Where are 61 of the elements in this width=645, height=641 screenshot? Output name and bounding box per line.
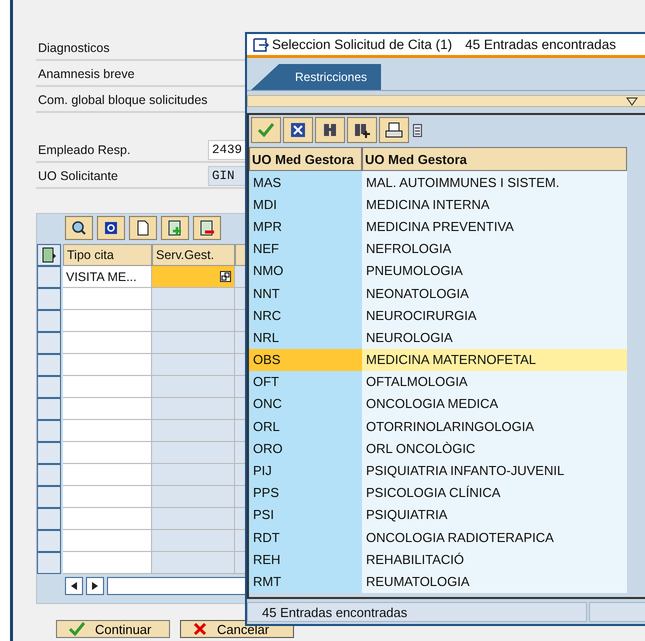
add-row-button[interactable] [161,216,189,240]
dialog-title-info: 45 Entradas encontradas [465,37,616,52]
binoculars-icon [322,122,338,138]
field-label: Diagnosticos [37,40,111,57]
row-selector[interactable] [37,486,61,508]
row-selector[interactable] [37,530,61,552]
input-field[interactable] [152,266,235,288]
row-selector[interactable] [37,332,61,354]
print-button[interactable] [379,117,409,143]
column-header[interactable]: Serv.Gest. [152,244,235,266]
select-all-icon[interactable] [37,244,61,266]
row-selector[interactable] [37,288,61,310]
triangle-icon[interactable] [626,96,638,106]
cross-icon [193,622,207,636]
row-selector[interactable] [37,266,61,288]
document-icon [135,220,151,236]
delete-row-button[interactable] [193,216,221,240]
left-triangle-icon [71,582,77,590]
close-button[interactable] [283,117,313,143]
field-label: UO Solicitante [37,168,119,185]
row-selector[interactable] [37,310,61,332]
scroll-left-button[interactable] [65,577,83,595]
find-next-button[interactable] [347,117,377,143]
row-selector[interactable] [37,552,61,574]
field-label: Com. global bloque solicitudes [37,92,208,109]
status-field [589,602,645,622]
checkmark-icon [69,622,85,636]
column-header[interactable]: UO Med Gestora [249,147,362,171]
status-bar: 45 Entradas encontradas [247,602,587,622]
field-label: Anamnesis breve [37,66,136,83]
table-cell: VISITA ME... [63,266,152,288]
field-label: Empleado Resp. [37,142,132,159]
binoculars-plus-icon [354,122,370,138]
printer-icon [385,122,403,138]
row-selector[interactable] [37,442,61,464]
refresh-icon [103,220,119,236]
dialog-title: Seleccion Solicitud de Cita (1) [272,37,452,52]
continue-button[interactable]: Continuar [56,620,170,638]
search-button[interactable] [65,216,93,240]
dialog-icon [253,38,269,52]
delete-row-icon [199,220,215,236]
row-selector[interactable] [37,398,61,420]
new-document-button[interactable] [129,216,157,240]
row-selector[interactable] [37,354,61,376]
right-triangle-icon [92,582,98,590]
column-header[interactable]: UO Med Gestora [362,147,627,171]
magnifier-icon [71,220,87,236]
tab[interactable]: Restricciones [251,64,382,90]
row-selector[interactable] [37,420,61,442]
scroll-right-button[interactable] [86,577,104,595]
close-icon [290,122,306,138]
dropdown-icon[interactable] [413,124,422,136]
refresh-button[interactable] [97,216,125,240]
checkmark-icon [258,123,274,137]
row-selector[interactable] [37,464,61,486]
row-selector[interactable] [37,376,61,398]
value-help-icon[interactable] [220,271,231,282]
add-row-icon [167,220,183,236]
column-header[interactable]: Tipo cita [63,244,152,266]
find-button[interactable] [315,117,345,143]
row-selector[interactable] [37,508,61,530]
